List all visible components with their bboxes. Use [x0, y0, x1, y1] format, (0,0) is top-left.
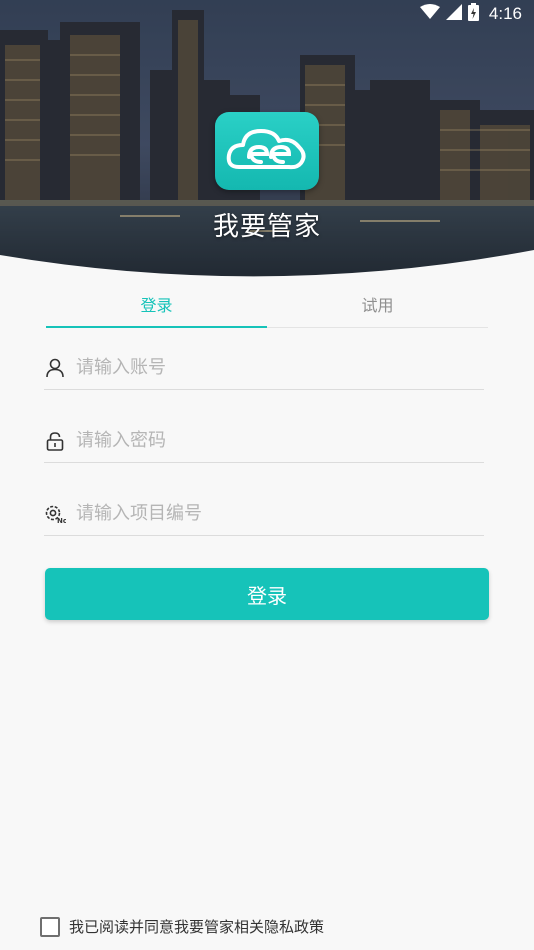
- battery-icon: [467, 3, 479, 25]
- agreement-label[interactable]: 我已阅读并同意我要管家相关隐私政策: [69, 916, 324, 937]
- svg-text:No: No: [57, 517, 66, 525]
- tab-trial[interactable]: 试用: [267, 288, 488, 327]
- app-name: 我要管家: [212, 212, 321, 242]
- project-number-input[interactable]: [76, 493, 456, 534]
- login-button[interactable]: 登录: [45, 568, 489, 620]
- wifi-icon: [419, 4, 440, 24]
- user-icon: [44, 357, 66, 379]
- tab-login[interactable]: 登录: [46, 288, 267, 328]
- status-bar: 4:16: [0, 0, 534, 28]
- account-field: [44, 346, 484, 390]
- lock-icon: [44, 430, 66, 452]
- status-time: 4:16: [488, 4, 522, 23]
- password-input[interactable]: [76, 420, 456, 461]
- privacy-agreement: 我已阅读并同意我要管家相关隐私政策: [40, 916, 324, 937]
- login-tabs: 登录 试用: [46, 288, 488, 328]
- app-logo: [215, 112, 319, 190]
- gear-no-icon: No: [44, 503, 66, 525]
- cloud-ee-logo-icon: [226, 129, 306, 170]
- signal-icon: [445, 4, 462, 24]
- project-number-field: No: [44, 492, 484, 536]
- agreement-checkbox[interactable]: [40, 916, 60, 937]
- password-field: [44, 419, 484, 463]
- account-input[interactable]: [76, 347, 456, 388]
